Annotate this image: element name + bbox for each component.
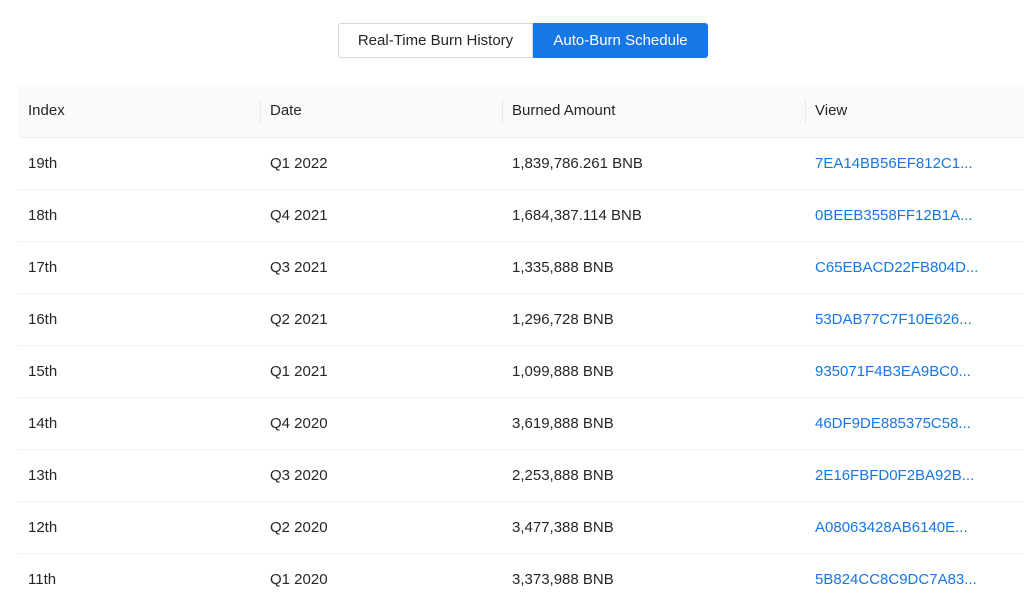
cell-index: 11th [28,571,57,588]
cell-view-link[interactable]: 0BEEB3558FF12B1A... [805,207,1024,224]
cell-view-link[interactable]: 5B824CC8C9DC7A83... [805,571,1024,588]
burn-page: Real-Time Burn History Auto-Burn Schedul… [0,0,1024,604]
cell-date: Q1 2021 [270,363,328,380]
column-header-date: Date [260,85,502,137]
cell-index: 19th [28,155,58,172]
burn-schedule-table: Index Date Burned Amount View 19th Q1 20… [18,85,1024,604]
table-row: 11th Q1 2020 3,373,988 BNB 5B824CC8C9DC7… [18,554,1024,604]
cell-date: Q3 2020 [270,467,328,484]
cell-burned-amount: 1,839,786.261 BNB [512,155,643,172]
cell-view-link[interactable]: 935071F4B3EA9BC0... [805,363,1024,380]
table-row: 12th Q2 2020 3,477,388 BNB A08063428AB61… [18,502,1024,554]
cell-date: Q1 2022 [270,155,328,172]
cell-date: Q2 2021 [270,311,328,328]
cell-view-link[interactable]: 2E16FBFD0F2BA92B... [805,467,1024,484]
column-header-view: View [805,85,1024,137]
cell-burned-amount: 1,296,728 BNB [512,311,614,328]
cell-index: 16th [28,311,58,328]
cell-view-link[interactable]: 53DAB77C7F10E626... [805,311,1024,328]
cell-view-link[interactable]: 46DF9DE885375C58... [805,415,1024,432]
column-header-burned-amount: Burned Amount [502,85,805,137]
cell-date: Q4 2020 [270,415,328,432]
cell-burned-amount: 2,253,888 BNB [512,467,614,484]
table-row: 15th Q1 2021 1,099,888 BNB 935071F4B3EA9… [18,346,1024,398]
table-row: 18th Q4 2021 1,684,387.114 BNB 0BEEB3558… [18,190,1024,242]
cell-date: Q2 2020 [270,519,328,536]
table-row: 17th Q3 2021 1,335,888 BNB C65EBACD22FB8… [18,242,1024,294]
column-header-index: Index [28,102,65,119]
cell-date: Q1 2020 [270,571,328,588]
table-row: 19th Q1 2022 1,839,786.261 BNB 7EA14BB56… [18,138,1024,190]
table-row: 16th Q2 2021 1,296,728 BNB 53DAB77C7F10E… [18,294,1024,346]
cell-burned-amount: 3,477,388 BNB [512,519,614,536]
table-header: Index Date Burned Amount View [18,85,1024,138]
cell-burned-amount: 1,684,387.114 BNB [512,207,642,224]
cell-burned-amount: 1,099,888 BNB [512,363,614,380]
cell-view-link[interactable]: C65EBACD22FB804D... [805,259,1024,276]
cell-burned-amount: 3,373,988 BNB [512,571,614,588]
cell-burned-amount: 3,619,888 BNB [512,415,614,432]
cell-index: 17th [28,259,58,276]
tab-real-time-burn-history[interactable]: Real-Time Burn History [338,23,533,58]
cell-index: 18th [28,207,58,224]
table-row: 13th Q3 2020 2,253,888 BNB 2E16FBFD0F2BA… [18,450,1024,502]
cell-burned-amount: 1,335,888 BNB [512,259,614,276]
tab-auto-burn-schedule[interactable]: Auto-Burn Schedule [533,23,708,58]
cell-view-link[interactable]: 7EA14BB56EF812C1... [805,155,1024,172]
cell-index: 13th [28,467,58,484]
cell-view-link[interactable]: A08063428AB6140E... [805,519,1024,536]
cell-index: 14th [28,415,58,432]
cell-date: Q3 2021 [270,259,328,276]
table-row: 14th Q4 2020 3,619,888 BNB 46DF9DE885375… [18,398,1024,450]
cell-date: Q4 2021 [270,207,328,224]
burn-view-toggle: Real-Time Burn History Auto-Burn Schedul… [338,23,708,58]
cell-index: 15th [28,363,58,380]
cell-index: 12th [28,519,58,536]
